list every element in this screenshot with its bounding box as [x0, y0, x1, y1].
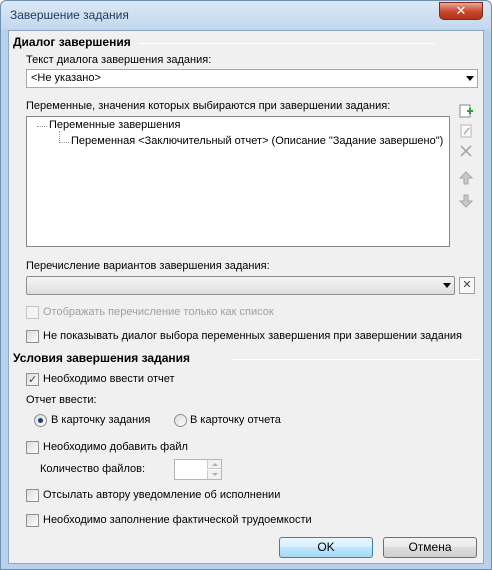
- dialog-text-combo[interactable]: <Не указано>: [26, 69, 478, 88]
- arrow-down-icon: [458, 194, 474, 208]
- cancel-button[interactable]: Отмена: [383, 537, 477, 558]
- section-divider: [231, 359, 479, 360]
- dialog-body: Диалог завершения Текст диалога завершен…: [8, 30, 484, 564]
- edit-icon: [460, 124, 472, 138]
- enumeration-combo[interactable]: [26, 276, 455, 295]
- add-variable-button[interactable]: [456, 101, 476, 121]
- hide-dialog-label: Не показывать диалог выбора переменных з…: [43, 330, 462, 342]
- delete-icon: [460, 145, 472, 157]
- notify-author-checkbox[interactable]: [26, 489, 39, 502]
- move-down-button[interactable]: [456, 191, 476, 211]
- radio-report-card-label: В карточку отчета: [190, 414, 281, 426]
- edit-variable-button[interactable]: [456, 121, 476, 141]
- radio-task-card[interactable]: [34, 414, 47, 427]
- file-required-checkbox[interactable]: [26, 441, 39, 454]
- report-required-checkbox[interactable]: ✓: [26, 373, 39, 386]
- arrow-up-icon: [458, 171, 474, 185]
- notify-author-label: Отсылать автору уведомление об исполнени…: [43, 489, 281, 501]
- report-required-label: Необходимо ввести отчет: [43, 373, 175, 385]
- add-icon: [459, 104, 473, 118]
- tree-root-item[interactable]: Переменные завершения: [49, 119, 180, 131]
- stepper-down-button[interactable]: [207, 470, 221, 479]
- file-count-stepper[interactable]: [174, 459, 222, 480]
- dialog-text-value: <Не указано>: [31, 72, 101, 84]
- radio-task-card-label: В карточку задания: [51, 414, 151, 426]
- ok-button[interactable]: OK: [279, 537, 373, 558]
- tree-connector: [37, 126, 47, 127]
- enumeration-label: Перечисление вариантов завершения задани…: [26, 260, 270, 272]
- close-button[interactable]: ✕: [439, 2, 483, 20]
- move-up-button[interactable]: [456, 168, 476, 188]
- dialog-text-label: Текст диалога завершения задания:: [26, 54, 212, 66]
- file-count-label: Количество файлов:: [40, 463, 145, 475]
- chevron-down-icon: [466, 76, 474, 81]
- hide-dialog-checkbox[interactable]: [26, 330, 39, 343]
- section-divider: [139, 43, 435, 44]
- chevron-down-icon: [443, 283, 451, 288]
- tree-connector: [59, 142, 69, 143]
- variables-label: Переменные, значения которых выбираются …: [26, 100, 391, 112]
- list-only-checkbox[interactable]: [26, 306, 39, 319]
- file-required-label: Необходимо добавить файл: [43, 441, 188, 453]
- tree-child-item[interactable]: Переменная <Заключительный отчет> (Описа…: [71, 135, 443, 147]
- window-title: Завершение задания: [10, 8, 129, 22]
- stepper-up-button[interactable]: [207, 460, 221, 469]
- clear-enumeration-button[interactable]: ✕: [459, 277, 475, 294]
- list-only-label: Отображать перечисление только как списо…: [43, 306, 274, 318]
- enter-report-label: Отчет ввести:: [26, 394, 97, 406]
- labor-required-label: Необходимо заполнение фактической трудое…: [43, 514, 312, 526]
- section-title-completion-dialog: Диалог завершения: [13, 35, 131, 49]
- variables-tree[interactable]: Переменные завершения Переменная <Заключ…: [26, 116, 450, 247]
- section-title-conditions: Условия завершения задания: [13, 351, 191, 365]
- dialog-window: Завершение задания ✕ Диалог завершения Т…: [0, 0, 492, 570]
- radio-selected-dot: [38, 418, 43, 423]
- radio-report-card[interactable]: [174, 414, 187, 427]
- title-bar: Завершение задания ✕: [1, 1, 491, 29]
- delete-variable-button[interactable]: [456, 141, 476, 161]
- close-icon: ✕: [462, 279, 472, 291]
- checkmark-icon: ✓: [28, 374, 38, 386]
- labor-required-checkbox[interactable]: [26, 514, 39, 527]
